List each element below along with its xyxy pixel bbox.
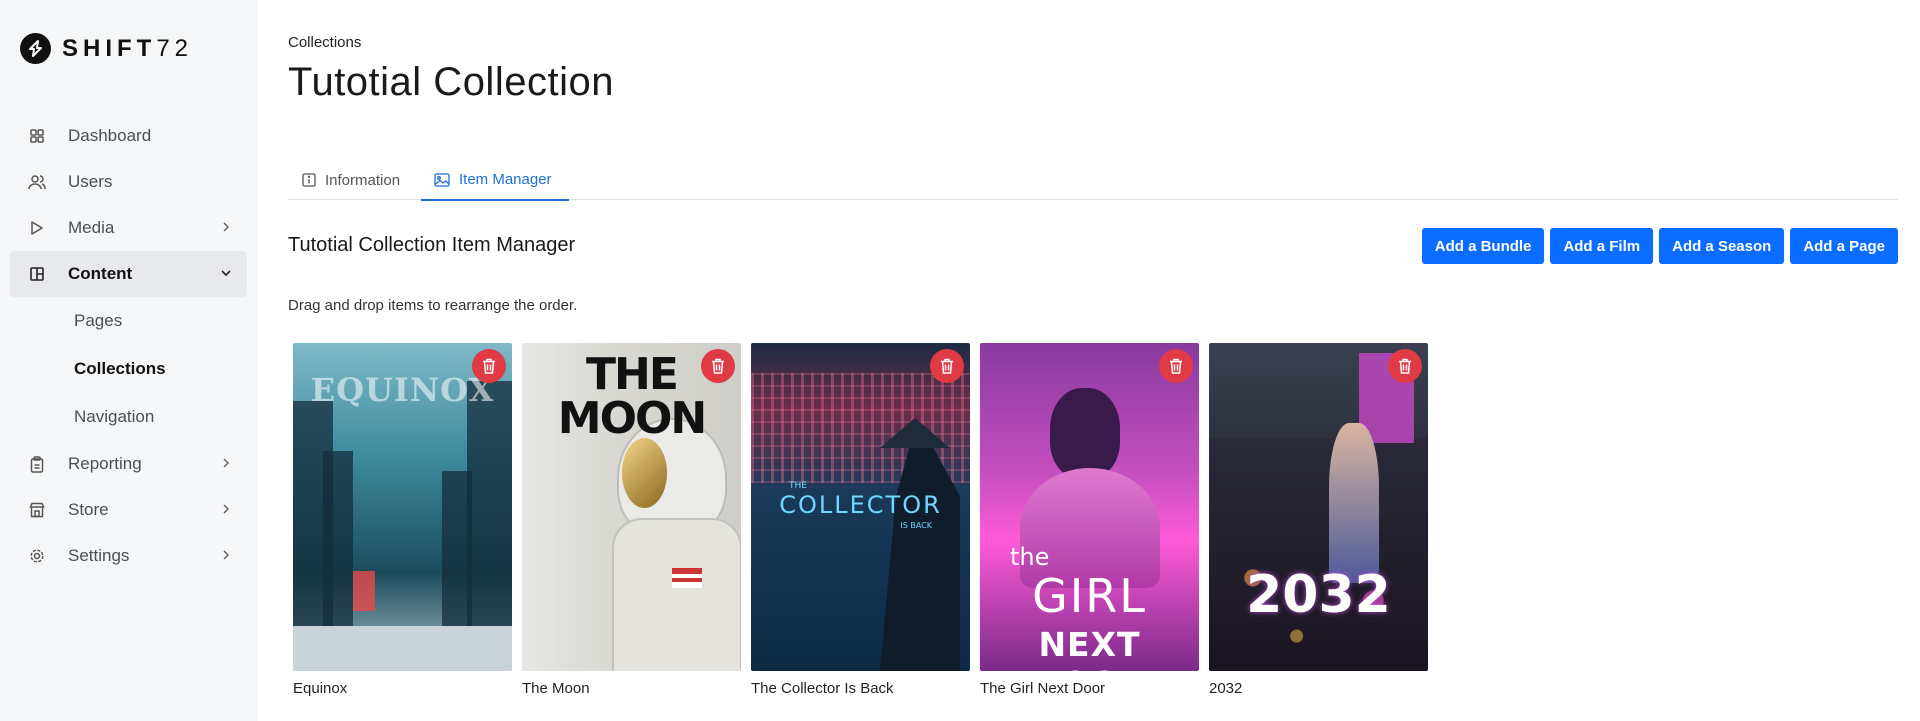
add-film-button[interactable]: Add a Film [1550, 228, 1654, 264]
poster-image: 2032 [1209, 343, 1428, 671]
brand-logo[interactable]: SHIFT72 [20, 33, 193, 64]
tab-label: Information [325, 171, 401, 189]
item-title: The Moon [522, 680, 590, 697]
chevron-right-icon [223, 504, 230, 514]
logo-mark-icon [20, 33, 51, 64]
trash-icon [941, 358, 953, 374]
tab-bar: Information Item Manager [288, 160, 1898, 201]
poster-title-bottom: NEXT DOOR [1033, 625, 1145, 671]
store-icon [28, 501, 46, 519]
sidebar-subitem-navigation[interactable]: Navigation [10, 393, 247, 441]
item-grid: EQUINOX Equinox THE MOON The Moon THE CO… [293, 343, 1428, 697]
image-icon [434, 172, 450, 187]
add-bundle-button[interactable]: Add a Bundle [1421, 228, 1545, 264]
sidebar-item-label: Settings [68, 546, 130, 565]
poster-image: THE COLLECTOR IS BACK [751, 343, 970, 671]
trash-icon [712, 358, 724, 374]
sidebar-item-store[interactable]: Store [10, 487, 247, 533]
add-season-button[interactable]: Add a Season [1659, 228, 1785, 264]
sidebar-item-label: Content [68, 264, 133, 283]
info-icon [302, 173, 316, 187]
trash-icon [1399, 358, 1411, 374]
play-icon [28, 219, 46, 237]
poster-image: EQUINOX [293, 343, 512, 671]
poster-image: the GIRL NEXT DOOR [980, 343, 1199, 671]
gear-icon [28, 547, 46, 565]
chevron-right-icon [223, 222, 230, 232]
sidebar-item-label: Media [68, 218, 115, 237]
poster-title-bottom: IS BACK [900, 521, 932, 530]
sidebar-item-dashboard[interactable]: Dashboard [10, 113, 247, 159]
sidebar-item-content[interactable]: Content [10, 251, 247, 297]
delete-button[interactable] [472, 349, 506, 383]
users-icon [28, 173, 46, 191]
poster-title-text: COLLECTOR [779, 491, 942, 519]
item-title: The Girl Next Door [980, 680, 1106, 697]
drag-hint: Drag and drop items to rearrange the ord… [288, 297, 578, 314]
sidebar-nav: Dashboard Users Media Content Pages Coll… [10, 113, 247, 579]
chevron-right-icon [223, 550, 230, 560]
sidebar-item-label: Users [68, 172, 113, 191]
poster-title-top: THE [789, 481, 807, 491]
collection-item[interactable]: THE MOON The Moon [522, 343, 741, 697]
poster-image: THE MOON [522, 343, 741, 671]
brand-number: 72 [156, 34, 194, 62]
item-title: Equinox [293, 680, 348, 697]
add-page-button[interactable]: Add a Page [1790, 228, 1898, 264]
delete-button[interactable] [701, 349, 735, 383]
sidebar-subitem-pages[interactable]: Pages [10, 297, 247, 345]
poster-title-text: GIRL [1032, 569, 1147, 623]
collection-item[interactable]: EQUINOX Equinox [293, 343, 512, 697]
layout-icon [28, 265, 46, 283]
sidebar-item-label: Dashboard [68, 126, 152, 145]
tab-information[interactable]: Information [302, 160, 400, 200]
trash-icon [483, 358, 495, 374]
section-title: Tutotial Collection Item Manager [288, 234, 576, 256]
trash-icon [1170, 358, 1182, 374]
poster-title-top: the [1010, 543, 1050, 571]
breadcrumb[interactable]: Collections [288, 34, 361, 51]
sidebar-subitem-collections[interactable]: Collections [10, 345, 247, 393]
item-title: The Collector Is Back [751, 680, 894, 697]
action-buttons: Add a Bundle Add a Film Add a Season Add… [1421, 228, 1898, 264]
clipboard-icon [28, 455, 46, 473]
grid-icon [28, 127, 46, 145]
item-title: 2032 [1209, 680, 1243, 697]
tab-item-manager[interactable]: Item Manager [421, 160, 569, 201]
delete-button[interactable] [1159, 349, 1193, 383]
page-title: Tutotial Collection [288, 60, 614, 104]
delete-button[interactable] [1388, 349, 1422, 383]
collection-item[interactable]: THE COLLECTOR IS BACK The Collector Is B… [751, 343, 970, 697]
collection-item[interactable]: the GIRL NEXT DOOR The Girl Next Door [980, 343, 1199, 697]
chevron-down-icon [221, 270, 231, 277]
chevron-right-icon [223, 458, 230, 468]
sidebar-item-label: Reporting [68, 454, 142, 473]
sidebar-item-label: Store [68, 500, 109, 519]
poster-title-text: 2032 [1246, 565, 1391, 625]
tab-label: Item Manager [459, 171, 552, 188]
brand-name: SHIFT [62, 34, 157, 62]
sidebar-item-media[interactable]: Media [10, 205, 247, 251]
sidebar: SHIFT72 Dashboard Users Media Content Pa… [0, 0, 258, 721]
delete-button[interactable] [930, 349, 964, 383]
sidebar-item-users[interactable]: Users [10, 159, 247, 205]
sidebar-item-settings[interactable]: Settings [10, 533, 247, 579]
sidebar-item-reporting[interactable]: Reporting [10, 441, 247, 487]
collection-item[interactable]: 2032 2032 [1209, 343, 1428, 697]
